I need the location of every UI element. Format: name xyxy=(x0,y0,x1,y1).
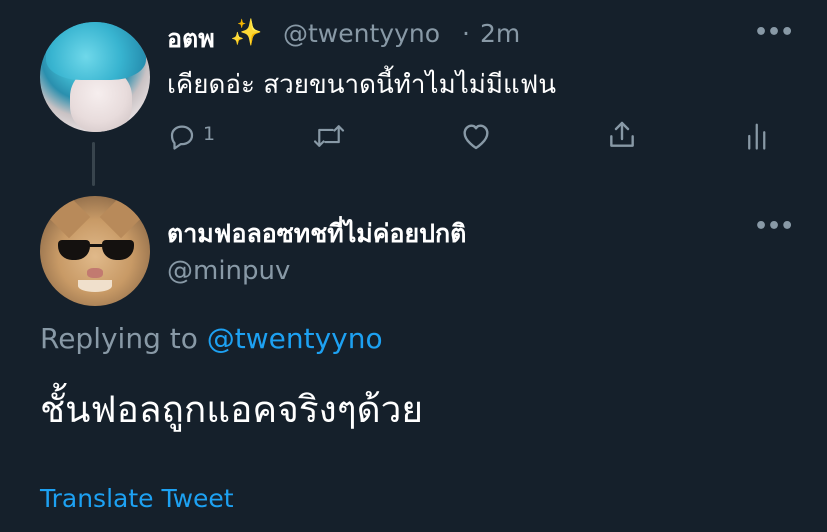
sparkles-emoji-icon: ✨ xyxy=(230,18,263,48)
analytics-icon[interactable] xyxy=(745,121,771,151)
separator-dot: · xyxy=(462,19,470,48)
reply-icon[interactable] xyxy=(167,121,197,151)
replying-to-label: Replying to xyxy=(40,322,198,355)
replying-to-mention-link[interactable]: @twentyyno xyxy=(207,322,383,355)
avatar-hair xyxy=(46,22,146,80)
reply-tweet-text: ชั้นฟอลถูกแอคจริงๆด้วย xyxy=(40,388,424,431)
heart-icon[interactable] xyxy=(460,121,492,151)
thread-connector-line xyxy=(92,142,95,186)
avatar-cat-ear xyxy=(99,196,143,239)
parent-display-name[interactable]: อตพ xyxy=(167,19,215,59)
avatar-minpuv[interactable] xyxy=(40,196,150,306)
translate-tweet-link[interactable]: Translate Tweet xyxy=(40,484,234,513)
reply-count: 1 xyxy=(203,123,216,145)
avatar-sunglasses xyxy=(58,240,134,262)
avatar-cat-ear xyxy=(47,196,91,239)
avatar-cat-nose xyxy=(87,268,103,278)
avatar-cat-mouth xyxy=(78,280,112,292)
reply-handle[interactable]: @minpuv xyxy=(167,256,290,286)
share-icon[interactable] xyxy=(606,119,638,151)
retweet-icon[interactable] xyxy=(312,121,346,151)
reply-display-name[interactable]: ตามฟอลอซทชที่ไม่ค่อยปกติ xyxy=(167,214,466,254)
parent-timestamp[interactable]: 2m xyxy=(480,19,520,48)
parent-tweet-text: เคียดอ่ะ สวยขนาดนี้ทำไมไม่มีแฟน xyxy=(167,70,556,100)
more-options-icon[interactable]: ••• xyxy=(754,20,794,45)
replying-to-line: Replying to @twentyyno xyxy=(40,322,383,355)
parent-handle[interactable]: @twentyyno xyxy=(283,19,440,48)
avatar-twentyyno[interactable] xyxy=(40,22,150,132)
more-options-icon[interactable]: ••• xyxy=(754,214,794,239)
